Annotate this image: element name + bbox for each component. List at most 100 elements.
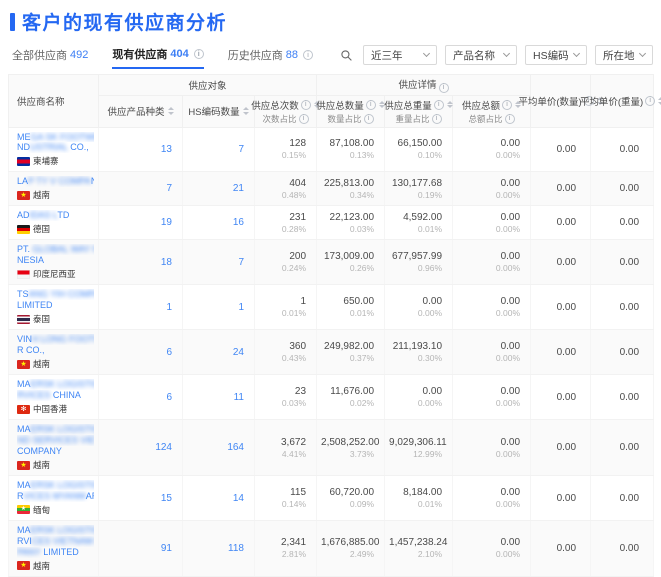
table-row[interactable]: MEGA SK FOOTWEAR INDUSTRIAL CO.,柬埔寨13712…	[9, 127, 654, 172]
supplier-name-cell[interactable]: VINH LONG FOOTWEAR CO.,越南	[9, 330, 99, 375]
total-qty-cell: 1,676,885.002.49%	[317, 520, 385, 576]
supplier-name: MAERSK LOGISTICS SE	[17, 525, 94, 536]
info-icon[interactable]	[301, 100, 311, 110]
total-weight-cell: 211,193.100.30%	[385, 330, 453, 375]
info-icon[interactable]	[432, 114, 442, 124]
product-types-link[interactable]: 6	[99, 375, 183, 420]
product-types-link[interactable]: 18	[99, 240, 183, 285]
col-total-weight[interactable]: 供应总重量 重量占比	[385, 95, 453, 127]
info-icon[interactable]	[299, 114, 309, 124]
table-row[interactable]: MAERSK LOGISTICS AND SERVICES VIETNAMCOM…	[9, 420, 654, 476]
sort-icon[interactable]	[447, 101, 453, 109]
hs-count-link[interactable]: 14	[183, 476, 255, 521]
supplier-tabs: 全部供应商 492 现有供应商 404 历史供应商 88	[12, 46, 313, 69]
country-flag-icon	[17, 405, 30, 414]
hs-count-link[interactable]: 16	[183, 206, 255, 240]
hs-count-link[interactable]: 7	[183, 240, 255, 285]
product-types-link[interactable]: 13	[99, 127, 183, 172]
supplier-name-cell[interactable]: MAERSK LOGISTICS AND SERVICES VIETNAMCOM…	[9, 420, 99, 476]
total-amount-cell: 0.000.00%	[453, 172, 531, 206]
total-amount-cell: 0.000.00%	[453, 330, 531, 375]
tab-all-suppliers[interactable]: 全部供应商 492	[12, 46, 88, 69]
col-hs-count[interactable]: HS编码数量	[183, 95, 255, 127]
info-icon[interactable]	[434, 100, 444, 110]
col-product-types[interactable]: 供应产品种类	[99, 95, 183, 127]
sort-icon[interactable]	[243, 107, 249, 115]
search-icon[interactable]	[337, 46, 355, 64]
supplier-name-cell[interactable]: MAERSK LOGISTICS SERVICES MYANMAR缅甸	[9, 476, 99, 521]
product-types-link[interactable]: 6	[99, 330, 183, 375]
country-flag-icon	[17, 157, 30, 166]
info-icon[interactable]	[303, 50, 313, 60]
hs-count-link[interactable]: 24	[183, 330, 255, 375]
hs-count-link[interactable]: 1	[183, 285, 255, 330]
avg-price-qty-cell: 0.00	[531, 127, 591, 172]
total-weight-cell: 9,029,306.1112.99%	[385, 420, 453, 476]
avg-price-weight-cell: 0.00	[591, 520, 654, 576]
tab-count: 492	[70, 49, 88, 61]
info-icon[interactable]	[645, 96, 655, 106]
chevron-down-icon	[573, 50, 580, 57]
total-weight-cell: 0.000.00%	[385, 375, 453, 420]
supplier-name-cell[interactable]: TSANG YIH COMPANYLIMITED泰国	[9, 285, 99, 330]
info-icon[interactable]	[505, 114, 515, 124]
hs-count-link[interactable]: 164	[183, 420, 255, 476]
info-icon[interactable]	[366, 100, 376, 110]
table-row[interactable]: TSANG YIH COMPANYLIMITED泰国1110.01%650.00…	[9, 285, 654, 330]
hs-count-link[interactable]: 11	[183, 375, 255, 420]
sort-icon[interactable]	[168, 107, 174, 115]
product-types-link[interactable]: 91	[99, 520, 183, 576]
product-types-link[interactable]: 15	[99, 476, 183, 521]
product-name-select[interactable]: 产品名称	[445, 45, 517, 65]
col-total-times[interactable]: 供应总次数 次数占比	[255, 95, 317, 127]
toolbar: 全部供应商 492 现有供应商 404 历史供应商 88 近三年 产品名称 HS…	[0, 35, 661, 69]
total-amount-cell: 0.000.00%	[453, 375, 531, 420]
table-row[interactable]: MAERSK LOGISTICS SERVICES CHINA中国香港61123…	[9, 375, 654, 420]
supplier-name-cell[interactable]: PT. GLOBAL WAY INDONESIA印度尼西亚	[9, 240, 99, 285]
table-row[interactable]: PT. GLOBAL WAY INDONESIA印度尼西亚1872000.24%…	[9, 240, 654, 285]
sort-icon[interactable]	[515, 101, 521, 109]
product-types-link[interactable]: 1	[99, 285, 183, 330]
time-range-select[interactable]: 近三年	[363, 45, 437, 65]
avg-price-qty-cell: 0.00	[531, 206, 591, 240]
info-icon[interactable]	[439, 83, 449, 93]
hs-count-link[interactable]: 21	[183, 172, 255, 206]
total-amount-cell: 0.000.00%	[453, 127, 531, 172]
hs-code-select[interactable]: HS编码	[525, 45, 587, 65]
supplier-name-cell[interactable]: MAERSK LOGISTICS SERVICES VIETNAM COMPAN…	[9, 520, 99, 576]
country-flag-icon	[17, 505, 30, 514]
col-total-amount[interactable]: 供应总额 总额占比	[453, 95, 531, 127]
product-types-link[interactable]: 124	[99, 420, 183, 476]
total-amount-cell: 0.000.00%	[453, 285, 531, 330]
info-icon[interactable]	[502, 100, 512, 110]
location-select[interactable]: 所在地	[595, 45, 653, 65]
avg-price-weight-cell: 0.00	[591, 240, 654, 285]
supplier-table-body: MEGA SK FOOTWEAR INDUSTRIAL CO.,柬埔寨13712…	[9, 127, 654, 576]
supplier-name-cell[interactable]: LAP TY V COMPANY越南	[9, 172, 99, 206]
table-row[interactable]: VINH LONG FOOTWEAR CO.,越南6243600.43%249,…	[9, 330, 654, 375]
avg-price-qty-cell: 0.00	[531, 172, 591, 206]
col-total-qty[interactable]: 供应总数量 数量占比	[317, 95, 385, 127]
supplier-country: 柬埔寨	[17, 155, 94, 167]
product-types-link[interactable]: 19	[99, 206, 183, 240]
table-row[interactable]: MAERSK LOGISTICS SERVICES MYANMAR缅甸15141…	[9, 476, 654, 521]
avg-price-qty-cell: 0.00	[531, 375, 591, 420]
hs-count-link[interactable]: 7	[183, 127, 255, 172]
supplier-name-cell[interactable]: MEGA SK FOOTWEAR INDUSTRIAL CO.,柬埔寨	[9, 127, 99, 172]
col-avg-price-weight[interactable]: 平均单价(重量)	[591, 75, 654, 128]
hs-count-link[interactable]: 118	[183, 520, 255, 576]
country-flag-icon	[17, 191, 30, 200]
supplier-name-cell[interactable]: ADIDAS LTD德国	[9, 206, 99, 240]
tab-current-suppliers[interactable]: 现有供应商 404	[112, 46, 203, 69]
info-icon[interactable]	[364, 114, 374, 124]
table-row[interactable]: ADIDAS LTD德国19162310.28%22,123.000.03%4,…	[9, 206, 654, 240]
group-supply-object: 供应对象	[99, 75, 317, 96]
tab-history-suppliers[interactable]: 历史供应商 88	[228, 46, 313, 69]
supplier-country: 德国	[17, 223, 94, 235]
info-icon[interactable]	[194, 49, 204, 59]
supplier-name-cell[interactable]: MAERSK LOGISTICS SERVICES CHINA中国香港	[9, 375, 99, 420]
table-row[interactable]: MAERSK LOGISTICS SERVICES VIETNAM COMPAN…	[9, 520, 654, 576]
avg-price-qty-cell: 0.00	[531, 520, 591, 576]
product-types-link[interactable]: 7	[99, 172, 183, 206]
table-row[interactable]: LAP TY V COMPANY越南7214040.48%225,813.000…	[9, 172, 654, 206]
